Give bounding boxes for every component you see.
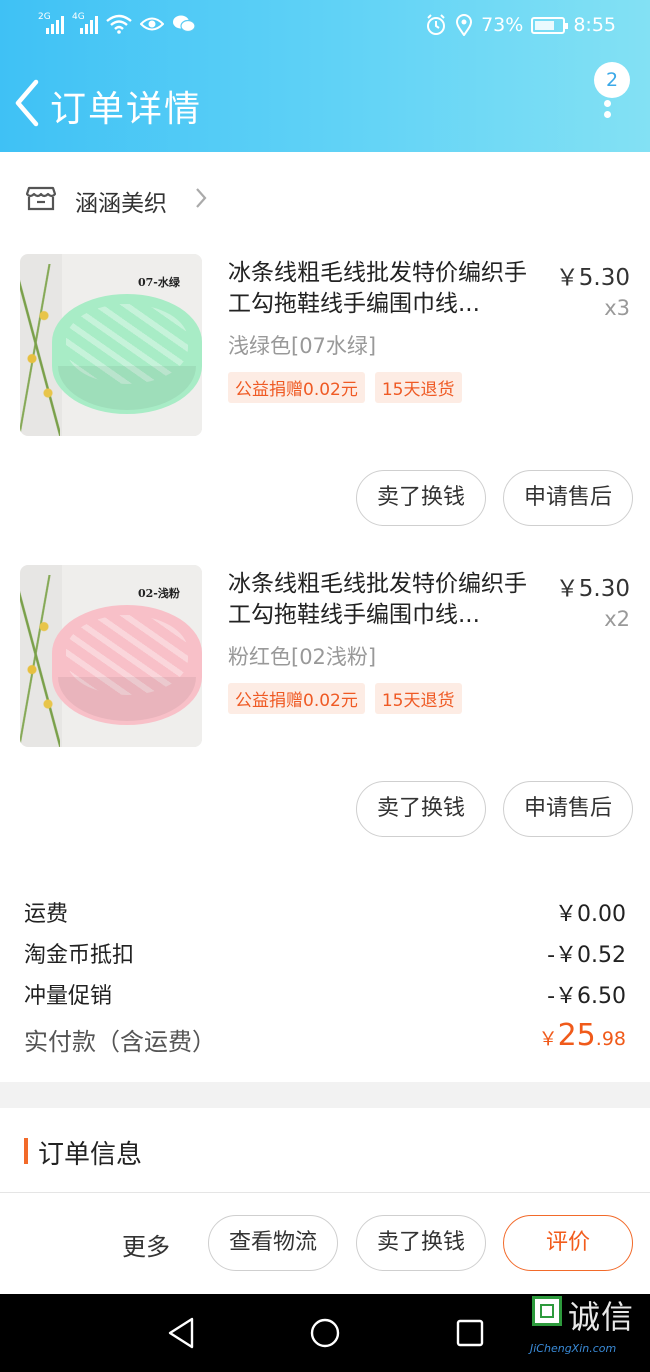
return-policy-tag: 15天退货	[374, 372, 462, 403]
order-info-title: 订单信息	[38, 1140, 143, 1170]
system-nav-bar: 诚信 JiChengXin.com	[0, 1294, 650, 1372]
page-title: 订单详情	[50, 89, 203, 130]
section-accent-bar	[24, 1138, 28, 1164]
charity-tag: 公益捐赠0.02元	[228, 683, 365, 714]
store-icon	[26, 186, 56, 211]
shop-name[interactable]: 涵涵美织	[75, 184, 167, 218]
image-label: 02-浅粉	[138, 587, 180, 600]
product-image[interactable]: 07-水绿	[20, 254, 202, 436]
section-divider	[0, 1082, 650, 1108]
watermark-url: JiChengXin.com	[530, 1342, 617, 1355]
promo-label: 冲量促销	[24, 984, 113, 1009]
return-policy-tag: 15天退货	[374, 683, 462, 714]
alarm-icon	[427, 14, 446, 35]
bottom-action-bar: 更多 查看物流 卖了换钱 评价	[0, 1192, 650, 1294]
location-icon	[456, 14, 473, 36]
paid-label: 实付款（含运费）	[24, 1028, 216, 1056]
nav-recents-icon[interactable]	[456, 1319, 484, 1347]
wechat-icon	[173, 15, 196, 33]
order-item: 02-浅粉 冰条线粗毛线批发特价编织手工勾拖鞋线手编围巾线... ￥5.30 x…	[0, 565, 650, 855]
review-button[interactable]: 评价	[503, 1215, 633, 1271]
signal-4g-icon: 4G	[72, 12, 98, 34]
paid-row: 实付款（含运费） ￥25.98	[24, 1018, 626, 1057]
coin-discount-value: -￥0.52	[547, 943, 626, 968]
back-arrow-icon[interactable]	[8, 78, 46, 128]
promo-value: -￥6.50	[547, 984, 626, 1009]
eye-icon	[140, 17, 164, 31]
product-name[interactable]: 冰条线粗毛线批发特价编织手工勾拖鞋线手编围巾线...	[228, 258, 543, 320]
chevron-right-icon	[196, 188, 207, 208]
more-button[interactable]: 更多	[122, 1227, 170, 1262]
charity-tag: 公益捐赠0.02元	[228, 372, 365, 403]
product-price: ￥5.30	[555, 265, 630, 291]
battery-icon	[531, 16, 569, 34]
clock: 8:55	[573, 14, 616, 36]
watermark-logo: 诚信 JiChengXin.com	[528, 1296, 646, 1362]
image-label: 07-水绿	[138, 276, 180, 289]
product-image[interactable]: 02-浅粉	[20, 565, 202, 747]
after-sales-button[interactable]: 申请售后	[503, 470, 633, 526]
product-quantity: x3	[604, 296, 630, 320]
signal-2g-icon: 2G	[38, 12, 64, 34]
nav-back-icon[interactable]	[166, 1316, 196, 1350]
product-price: ￥5.30	[555, 576, 630, 602]
product-quantity: x2	[604, 607, 630, 631]
coin-discount-label: 淘金币抵扣	[24, 943, 135, 968]
watermark-text: 诚信	[568, 1298, 635, 1336]
wifi-icon	[106, 14, 132, 34]
sell-for-cash-button[interactable]: 卖了换钱	[356, 1215, 486, 1271]
shipping-label: 运费	[24, 902, 69, 927]
sell-for-cash-button[interactable]: 卖了换钱	[356, 781, 486, 837]
nav-header: 订单详情 2	[0, 56, 650, 152]
shipping-row: 运费 ￥0.00	[24, 896, 626, 928]
sell-for-cash-button[interactable]: 卖了换钱	[356, 470, 486, 526]
promo-row: 冲量促销 -￥6.50	[24, 978, 626, 1010]
battery-percent: 73%	[481, 14, 524, 36]
shop-row[interactable]: 涵涵美织	[0, 170, 650, 230]
order-info-section: 订单信息	[0, 1108, 650, 1192]
view-logistics-button[interactable]: 查看物流	[208, 1215, 338, 1271]
coin-discount-row: 淘金币抵扣 -￥0.52	[24, 937, 626, 969]
product-sku: 浅绿色[07水绿]	[228, 334, 377, 358]
paid-amount: ￥25.98	[538, 1018, 626, 1053]
product-name[interactable]: 冰条线粗毛线批发特价编织手工勾拖鞋线手编围巾线...	[228, 569, 543, 631]
product-sku: 粉红色[02浅粉]	[228, 645, 377, 669]
after-sales-button[interactable]: 申请售后	[503, 781, 633, 837]
status-bar: 2G 4G 73% 8:55	[0, 0, 650, 56]
order-item: 07-水绿 冰条线粗毛线批发特价编织手工勾拖鞋线手编围巾线... ￥5.30 x…	[0, 254, 650, 544]
watermark-seal-icon	[532, 1296, 562, 1326]
shipping-value: ￥0.00	[555, 902, 626, 927]
nav-home-icon[interactable]	[310, 1318, 340, 1348]
more-menu-icon[interactable]	[600, 100, 614, 126]
notification-badge: 2	[594, 62, 630, 98]
